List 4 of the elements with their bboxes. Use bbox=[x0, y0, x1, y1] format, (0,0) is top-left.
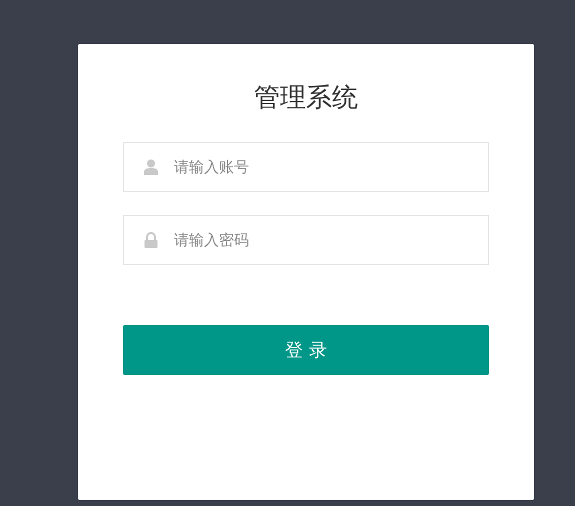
login-title: 管理系统 bbox=[253, 82, 359, 115]
input-field[interactable]: 请输入密码 bbox=[123, 215, 489, 265]
login-button[interactable]: 登 录 bbox=[123, 325, 489, 375]
input-field[interactable]: 请输入账号 bbox=[123, 142, 489, 192]
